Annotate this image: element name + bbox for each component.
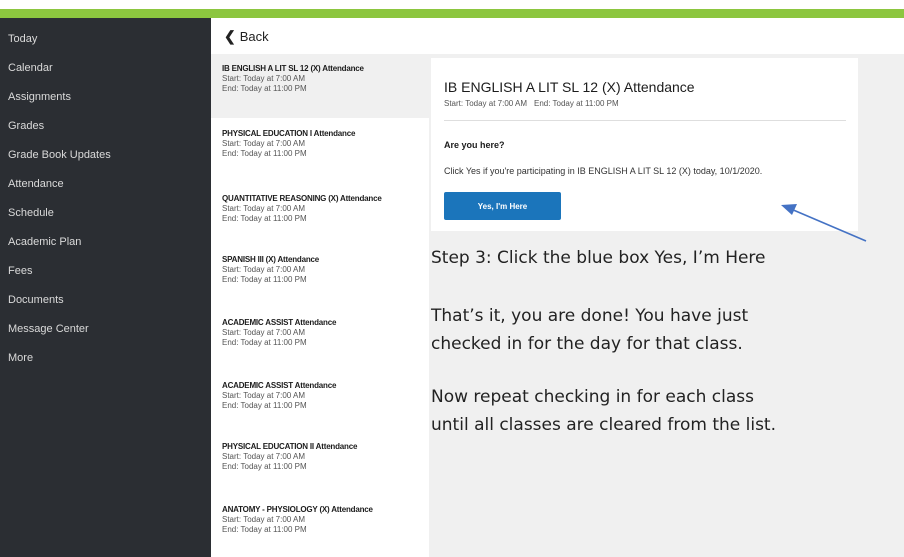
brand-accent-bar xyxy=(0,9,904,18)
list-item[interactable]: IB ENGLISH A LIT SL 12 (X) Attendance St… xyxy=(211,58,429,118)
sidebar-item-more[interactable]: More xyxy=(0,344,211,373)
sidebar-item-grades[interactable]: Grades xyxy=(0,112,211,141)
list-item[interactable]: PHYSICAL EDUCATION II Attendance Start: … xyxy=(211,436,429,471)
list-item[interactable]: ACADEMIC ASSIST Attendance Start: Today … xyxy=(211,375,429,410)
sidebar-item-fees[interactable]: Fees xyxy=(0,257,211,286)
list-item-end: End: Today at 11:00 PM xyxy=(222,214,307,223)
list-item-start: Start: Today at 7:00 AM xyxy=(222,328,306,337)
back-button[interactable]: ❮ Back xyxy=(224,27,269,45)
list-item[interactable]: PHYSICAL EDUCATION I Attendance Start: T… xyxy=(211,123,429,158)
list-item-title: IB ENGLISH A LIT SL 12 (X) Attendance xyxy=(222,64,364,73)
list-item-title: ACADEMIC ASSIST Attendance xyxy=(222,381,337,390)
done-line-1: That’s it, you are done! You have just xyxy=(431,306,749,326)
detail-title: IB ENGLISH A LIT SL 12 (X) Attendance xyxy=(444,79,695,95)
sidebar-item-today[interactable]: Today xyxy=(0,25,211,54)
sidebar-item-attendance[interactable]: Attendance xyxy=(0,170,211,199)
list-item-end: End: Today at 11:00 PM xyxy=(222,149,307,158)
detail-instruction: Click Yes if you're participating in IB … xyxy=(444,166,763,176)
list-item-title: PHYSICAL EDUCATION I Attendance xyxy=(222,129,356,138)
list-item-end: End: Today at 11:00 PM xyxy=(222,275,307,284)
repeat-line-1: Now repeat checking in for each class xyxy=(431,387,754,407)
yes-im-here-button[interactable]: Yes, I'm Here xyxy=(444,192,561,220)
sidebar-item-assignments[interactable]: Assignments xyxy=(0,83,211,112)
list-item-title: QUANTITATIVE REASONING (X) Attendance xyxy=(222,194,382,203)
list-item-title: ACADEMIC ASSIST Attendance xyxy=(222,318,337,327)
list-item-end: End: Today at 11:00 PM xyxy=(222,525,307,534)
list-item-start: Start: Today at 7:00 AM xyxy=(222,452,306,461)
step3-instruction: Step 3: Click the blue box Yes, I’m Here xyxy=(431,248,766,268)
list-item[interactable]: ACADEMIC ASSIST Attendance Start: Today … xyxy=(211,312,429,347)
list-item-end: End: Today at 11:00 PM xyxy=(222,338,307,347)
list-item-end: End: Today at 11:00 PM xyxy=(222,401,307,410)
list-item-start: Start: Today at 7:00 AM xyxy=(222,74,306,83)
list-item-title: SPANISH III (X) Attendance xyxy=(222,255,320,264)
back-bar xyxy=(211,18,904,54)
list-item-start: Start: Today at 7:00 AM xyxy=(222,515,306,524)
attendance-list: IB ENGLISH A LIT SL 12 (X) Attendance St… xyxy=(211,58,429,557)
repeat-line-2: until all classes are cleared from the l… xyxy=(431,415,777,435)
list-item-title: ANATOMY - PHYSIOLOGY (X) Attendance xyxy=(222,505,373,514)
list-item[interactable]: QUANTITATIVE REASONING (X) Attendance St… xyxy=(211,188,429,223)
detail-question: Are you here? xyxy=(444,140,505,150)
chevron-left-icon: ❮ xyxy=(224,27,236,44)
list-item[interactable]: SPANISH III (X) Attendance Start: Today … xyxy=(211,249,429,284)
back-label: Back xyxy=(239,28,269,44)
sidebar-item-grade-book-updates[interactable]: Grade Book Updates xyxy=(0,141,211,170)
attendance-detail-card: IB ENGLISH A LIT SL 12 (X) Attendance St… xyxy=(431,58,858,231)
sidebar: Today Calendar Assignments Grades Grade … xyxy=(0,18,211,557)
list-item-end: End: Today at 11:00 PM xyxy=(222,84,307,93)
detail-start-time: Start: Today at 7:00 AM xyxy=(444,99,528,108)
list-item-start: Start: Today at 7:00 AM xyxy=(222,391,306,400)
list-item-start: Start: Today at 7:00 AM xyxy=(222,265,306,274)
top-strip xyxy=(0,0,904,9)
detail-end-time: End: Today at 11:00 PM xyxy=(534,99,619,108)
list-item-start: Start: Today at 7:00 AM xyxy=(222,139,306,148)
list-item-end: End: Today at 11:00 PM xyxy=(222,462,307,471)
sidebar-item-documents[interactable]: Documents xyxy=(0,286,211,315)
sidebar-item-schedule[interactable]: Schedule xyxy=(0,199,211,228)
sidebar-item-message-center[interactable]: Message Center xyxy=(0,315,211,344)
divider xyxy=(444,120,846,121)
list-item-title: PHYSICAL EDUCATION II Attendance xyxy=(222,442,358,451)
list-item[interactable]: ANATOMY - PHYSIOLOGY (X) Attendance Star… xyxy=(211,499,429,534)
list-item-start: Start: Today at 7:00 AM xyxy=(222,204,306,213)
done-line-2: checked in for the day for that class. xyxy=(431,334,743,354)
sidebar-item-calendar[interactable]: Calendar xyxy=(0,54,211,83)
sidebar-item-academic-plan[interactable]: Academic Plan xyxy=(0,228,211,257)
